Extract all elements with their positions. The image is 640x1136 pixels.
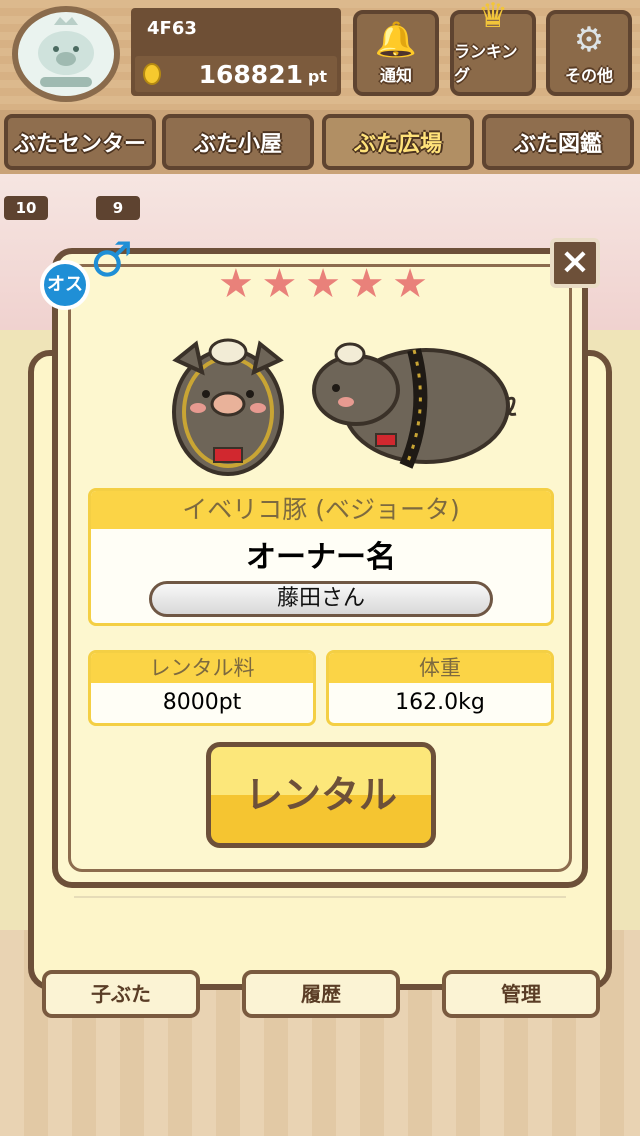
notification-button[interactable]: 🔔 通知 <box>353 10 439 96</box>
close-button[interactable]: × <box>550 238 600 288</box>
tab-buta-hut[interactable]: ぶた小屋 <box>162 114 314 170</box>
manage-button[interactable]: 管理 <box>442 970 600 1018</box>
coin-icon <box>143 63 161 85</box>
other-label: その他 <box>564 66 613 85</box>
user-info-panel: 4F63 168821 pt <box>131 8 341 96</box>
modal-divider <box>74 896 566 898</box>
star-icon: ★ <box>261 261 298 307</box>
other-button[interactable]: ⚙ その他 <box>546 10 632 96</box>
crown-icon: ♛ <box>477 0 509 36</box>
pig-side-image <box>312 342 517 469</box>
weight-box: 体重 162.0kg <box>326 650 554 726</box>
male-symbol-icon: ♂ <box>90 232 134 288</box>
rental-button[interactable]: レンタル <box>206 742 436 848</box>
gender-badge: ♂ オス <box>38 232 134 316</box>
main-nav: ぶたセンター ぶた小屋 ぶた広場 ぶた図鑑 <box>0 110 640 174</box>
user-id: 4F63 <box>147 18 197 39</box>
star-icon: ★ <box>392 261 428 307</box>
bell-icon: 🔔 <box>374 20 418 60</box>
ranking-label: ランキング <box>454 42 518 85</box>
rental-fee-value: 8000pt <box>162 690 242 715</box>
header-bar: 4F63 168821 pt 🔔 通知 ♛ ランキング ⚙ その他 <box>0 0 640 110</box>
points-row: 168821 pt <box>135 56 337 92</box>
count-badge: 10 <box>4 196 48 220</box>
notification-label: 通知 <box>379 66 412 85</box>
avatar[interactable] <box>12 6 120 102</box>
tab-buta-plaza[interactable]: ぶた広場 <box>322 114 474 170</box>
weight-value: 162.0kg <box>395 690 485 715</box>
star-icon: ★ <box>305 261 341 307</box>
star-icon: ★ <box>348 261 385 307</box>
pig-front-image <box>172 338 284 476</box>
pig-breed-name: イベリコ豚 (ベジョータ) <box>91 491 551 529</box>
pig-info-panel: イベリコ豚 (ベジョータ) オーナー名 藤田さん <box>88 488 554 626</box>
star-icon: ★ <box>218 261 254 307</box>
weight-label: 体重 <box>329 653 551 683</box>
history-button[interactable]: 履歴 <box>242 970 400 1018</box>
gender-label: オス <box>40 260 90 310</box>
pig-avatar-icon <box>38 17 94 87</box>
count-badge: 9 <box>96 196 140 220</box>
owner-name: 藤田さん <box>149 581 493 617</box>
points-value: 168821 <box>198 60 303 89</box>
rating-stars: ★ ★ ★ ★ ★ <box>218 262 428 306</box>
owner-title: オーナー名 <box>246 540 396 575</box>
rental-fee-box: レンタル料 8000pt <box>88 650 316 726</box>
gear-icon: ⚙ <box>573 20 605 60</box>
tab-buta-center[interactable]: ぶたセンター <box>4 114 156 170</box>
tab-buta-encyclopedia[interactable]: ぶた図鑑 <box>482 114 634 170</box>
ranking-button[interactable]: ♛ ランキング <box>450 0 536 96</box>
rental-fee-label: レンタル料 <box>91 653 313 683</box>
piglet-button[interactable]: 子ぶた <box>42 970 200 1018</box>
points-unit: pt <box>307 67 327 86</box>
